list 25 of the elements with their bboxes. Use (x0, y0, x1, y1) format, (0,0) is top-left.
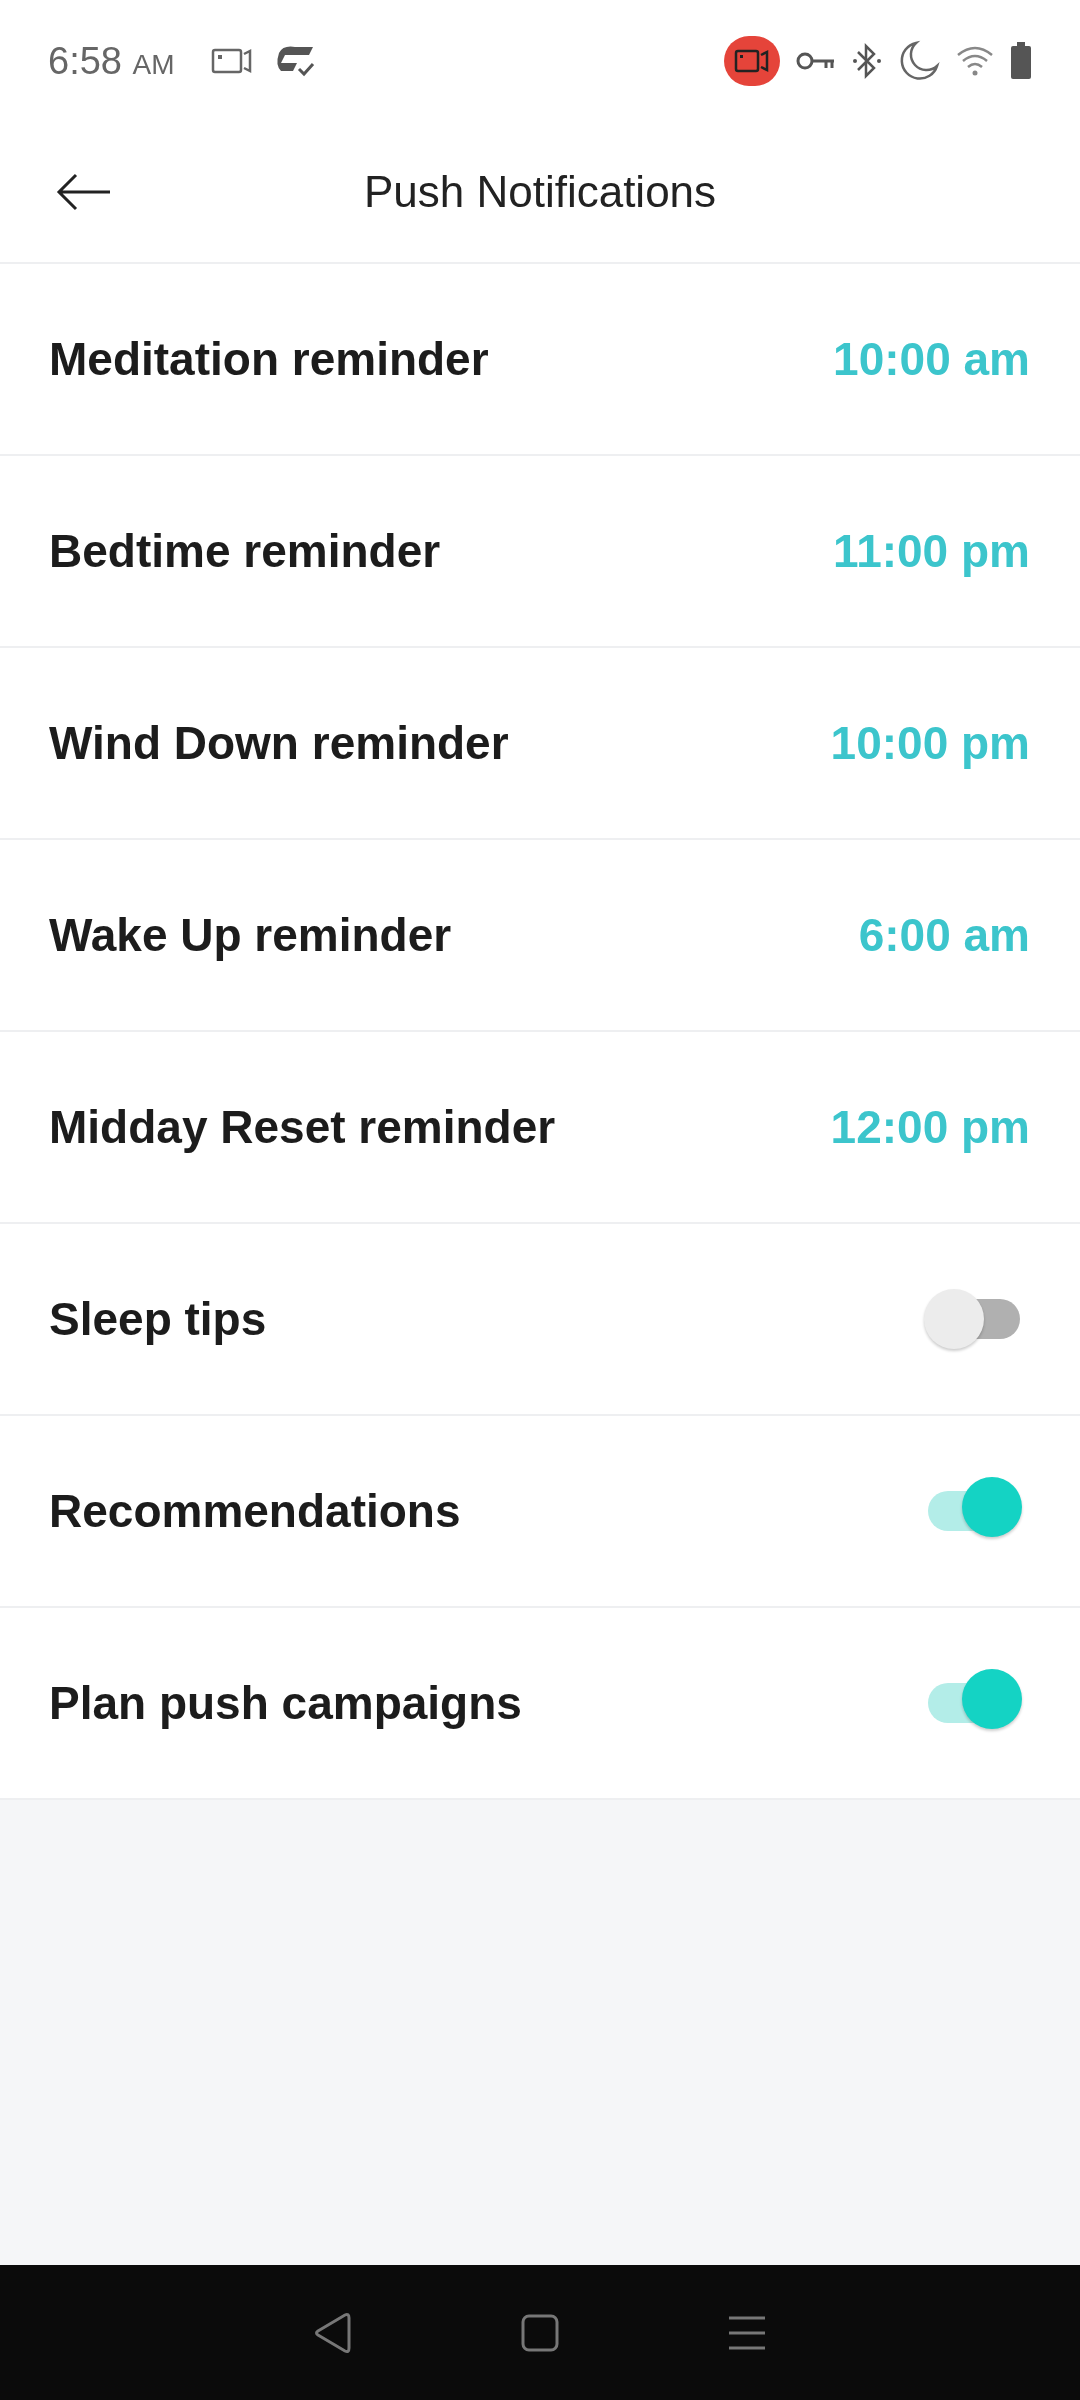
back-arrow-icon[interactable] (56, 172, 112, 212)
bluetooth-icon (852, 42, 882, 80)
screen-title: Push Notifications (363, 167, 717, 217)
menu-icon[interactable] (726, 2314, 767, 2351)
time-value[interactable]: 11:00 pm (833, 524, 1030, 578)
screen-recording-icon (724, 36, 780, 86)
status-time: 6:58 AM (48, 39, 175, 83)
setting-label: Meditation reminder (49, 332, 489, 386)
setting-label: Wake Up reminder (49, 908, 452, 962)
setting-label: Wind Down reminder (49, 716, 509, 770)
back-icon[interactable] (313, 2310, 354, 2355)
setting-label: Recommendations (49, 1484, 461, 1538)
time-value[interactable]: 10:00 am (833, 332, 1030, 386)
moon-icon (898, 40, 940, 82)
setting-label: Midday Reset reminder (49, 1100, 556, 1154)
time-value[interactable]: 12:00 pm (830, 1100, 1030, 1154)
time-value[interactable]: 10:00 pm (830, 716, 1030, 770)
home-icon[interactable] (520, 2312, 560, 2353)
setting-label: Plan push campaigns (49, 1676, 522, 1730)
video-camera-icon (210, 46, 253, 76)
setting-label: Sleep tips (49, 1292, 267, 1346)
time-value[interactable]: 6:00 am (858, 908, 1030, 962)
wifi-icon (956, 45, 994, 77)
setting-label: Bedtime reminder (49, 524, 441, 578)
battery-icon (1010, 42, 1032, 80)
